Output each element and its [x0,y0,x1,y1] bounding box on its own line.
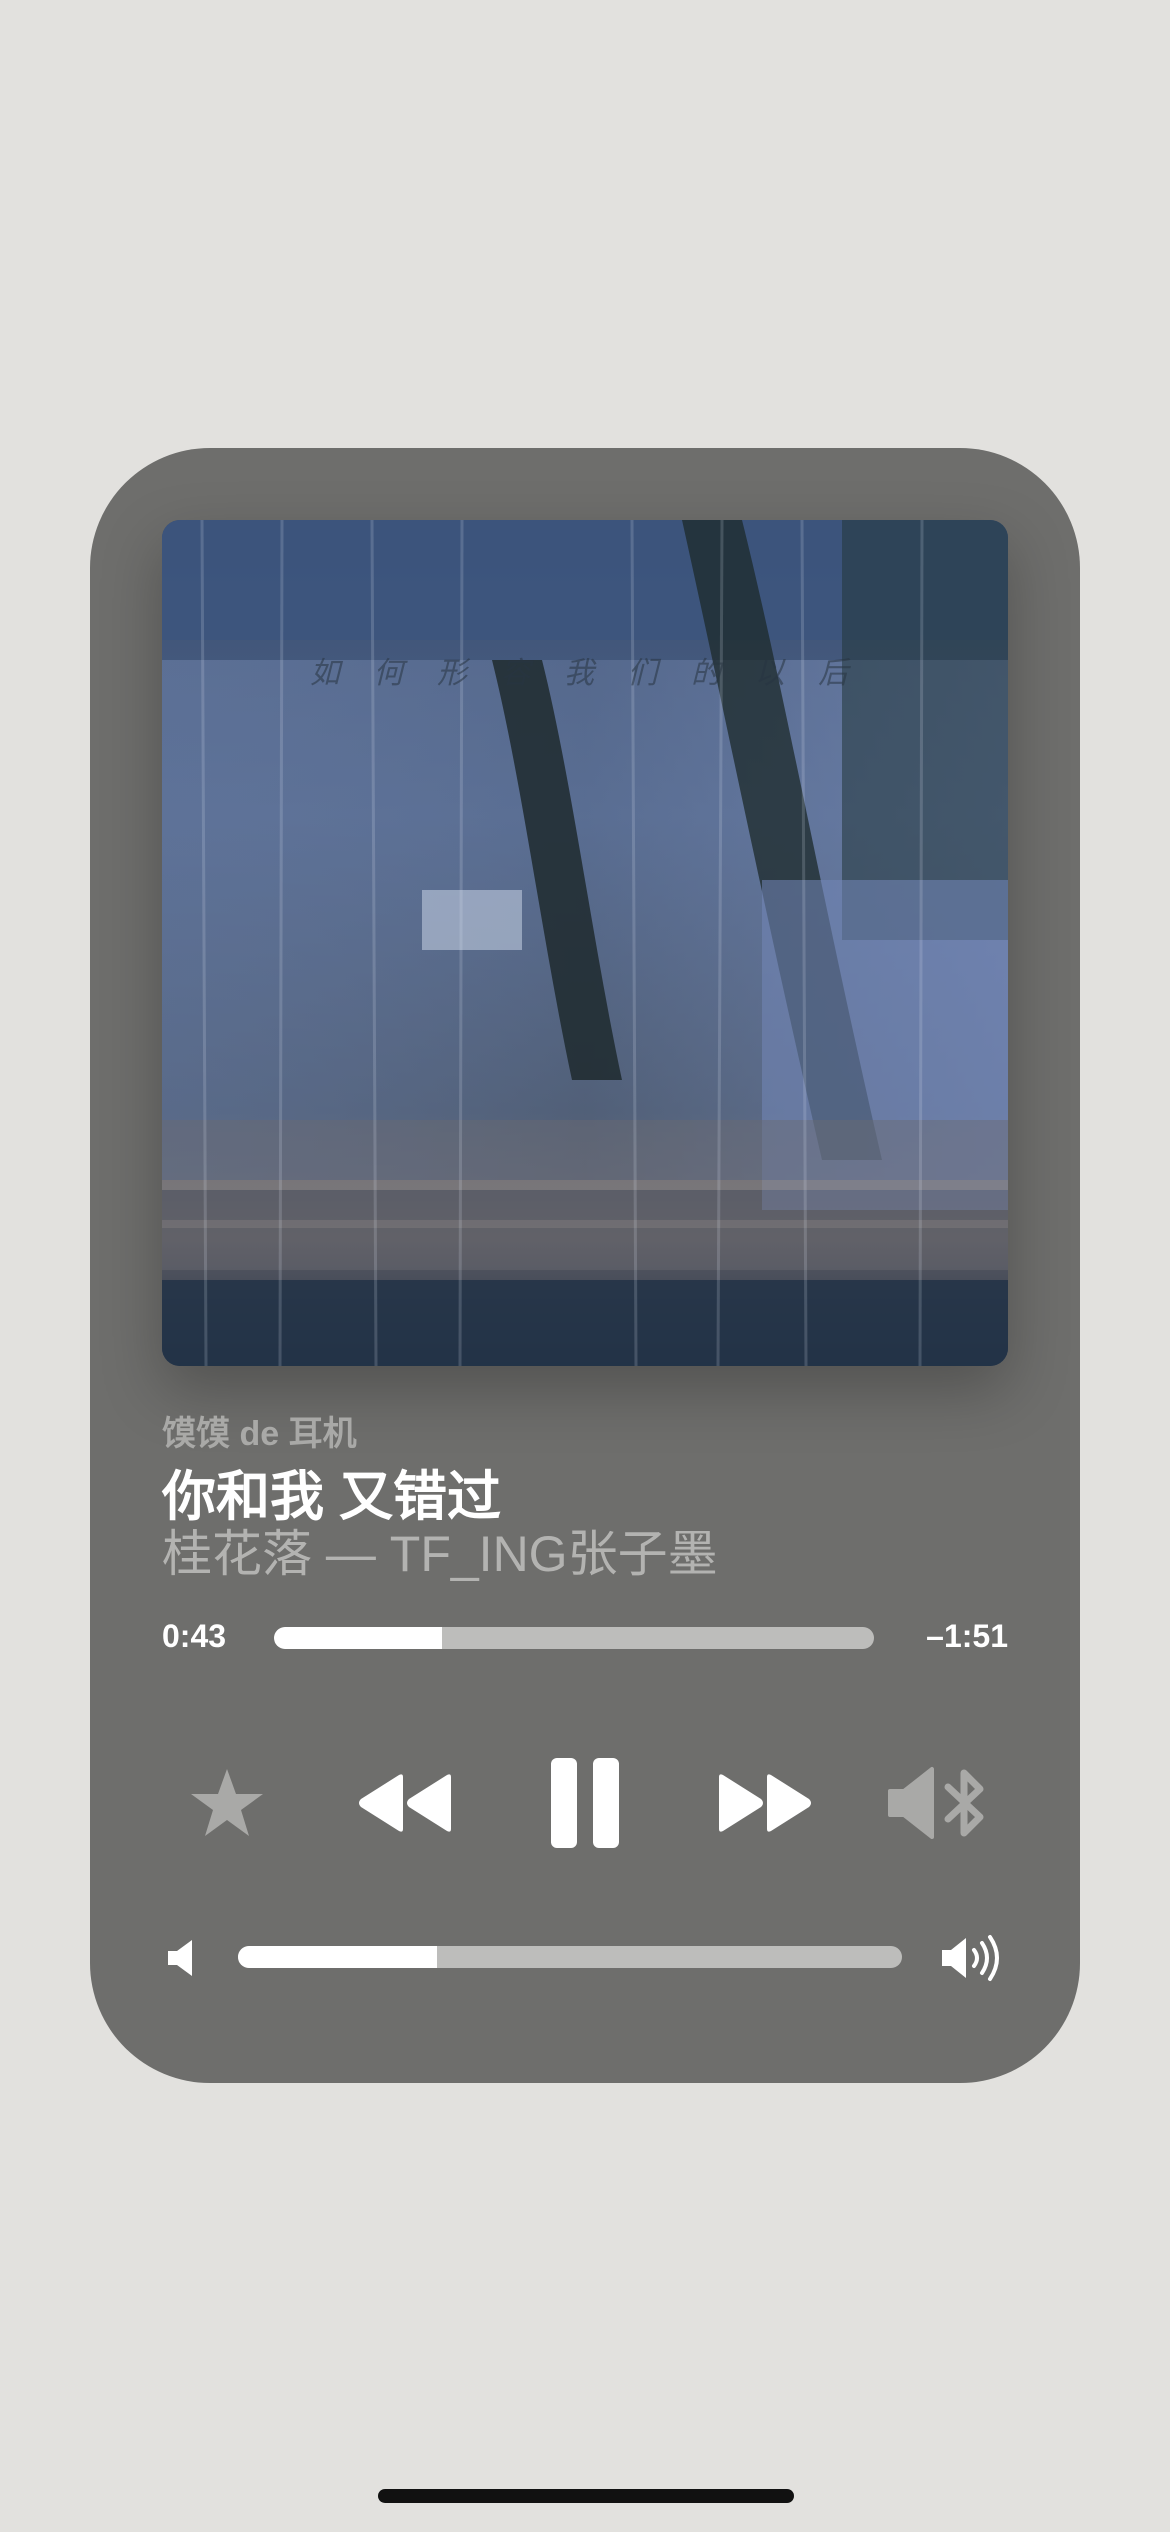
volume-fill [238,1946,438,1968]
next-track-button[interactable] [710,1738,820,1868]
elapsed-time: 0:43 [162,1618,227,1654]
progress-fill [274,1627,442,1649]
song-artist[interactable]: 桂花落 — TF_ING张子墨 [162,1514,718,1586]
home-indicator[interactable] [378,2489,794,2503]
fast-forward-icon [719,1774,811,1832]
previous-track-button[interactable] [350,1738,460,1868]
progress-scrubber[interactable] [274,1627,874,1649]
speaker-low-icon [168,1940,192,1976]
remaining-time: –1:51 [926,1618,1008,1654]
output-device-label: 馍馍 de 耳机 [162,1415,357,1453]
bluetooth-speaker-icon [888,1767,984,1839]
pause-icon [551,1758,619,1848]
playback-controls [90,1738,1080,1868]
rewind-icon [359,1774,451,1832]
speaker-high-icon [942,1935,999,1981]
volume-slider[interactable] [238,1946,902,1968]
artwork-caption: 如 何 形 容 我 们 的 以 后 [309,656,861,691]
now-playing-card: 如 何 形 容 我 们 的 以 后 馍馍 de 耳机 你和我 又错过 桂花落 —… [90,448,1080,2083]
favorite-button[interactable] [182,1738,272,1868]
audio-output-button[interactable] [880,1738,1000,1868]
album-artwork: 如 何 形 容 我 们 的 以 后 [162,520,1008,1366]
pause-button[interactable] [540,1738,630,1868]
artwork-image [162,520,1008,1366]
star-icon [191,1769,263,1836]
volume-control [90,1928,1080,1988]
